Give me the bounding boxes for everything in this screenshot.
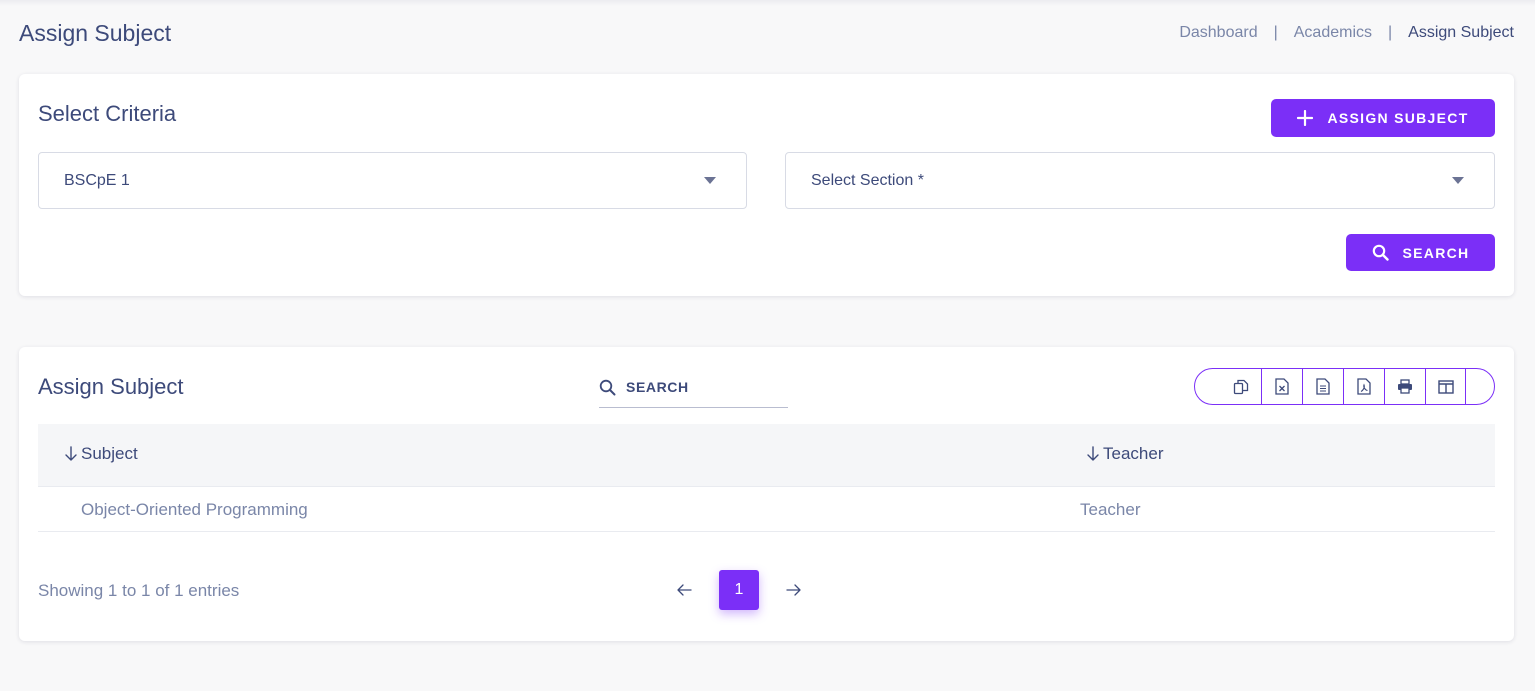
- breadcrumb-academics[interactable]: Academics: [1294, 24, 1372, 42]
- table-search: [599, 367, 788, 408]
- table-row: Object-Oriented Programming Teacher: [38, 487, 1495, 532]
- assign-subject-button[interactable]: ASSIGN SUBJECT: [1271, 99, 1495, 137]
- search-icon: [599, 379, 616, 396]
- top-shadow: [0, 0, 1535, 6]
- sort-down-arrow-icon: [63, 445, 79, 463]
- column-header-teacher[interactable]: Teacher: [1085, 444, 1163, 464]
- class-select[interactable]: BSCpE 1: [38, 152, 747, 209]
- excel-button[interactable]: [1261, 369, 1302, 404]
- cell-teacher: Teacher: [1080, 500, 1141, 519]
- column-header-teacher-label: Teacher: [1103, 444, 1164, 463]
- plus-icon: [1297, 110, 1314, 126]
- copy-icon: [1233, 379, 1249, 395]
- search-button[interactable]: SEARCH: [1346, 234, 1495, 271]
- column-header-subject[interactable]: Subject: [63, 444, 138, 464]
- column-header-subject-label: Subject: [81, 444, 138, 463]
- print-icon: [1397, 379, 1413, 394]
- excel-icon: [1275, 378, 1289, 395]
- list-title: Assign Subject: [38, 374, 184, 399]
- pdf-icon: [1357, 378, 1371, 395]
- assign-subject-label: ASSIGN SUBJECT: [1327, 110, 1469, 126]
- table-header: Subject Teacher: [38, 424, 1495, 487]
- search-button-label: SEARCH: [1402, 244, 1470, 261]
- select-criteria-card: Select Criteria ASSIGN SUBJECT BSCpE 1 S…: [19, 74, 1514, 296]
- breadcrumb-separator: |: [1388, 24, 1393, 41]
- export-button-group: [1194, 368, 1495, 405]
- pdf-button[interactable]: [1343, 369, 1384, 404]
- showing-entries-text: Showing 1 to 1 of 1 entries: [38, 581, 240, 600]
- caret-down-icon: [1452, 177, 1464, 184]
- arrow-left-icon: [676, 583, 692, 597]
- page-title: Assign Subject: [19, 20, 172, 46]
- search-icon: [1372, 244, 1389, 261]
- previous-page-button[interactable]: [667, 570, 701, 610]
- section-select[interactable]: Select Section *: [785, 152, 1495, 209]
- page-button-current[interactable]: 1: [719, 570, 759, 610]
- sort-down-arrow-icon: [1085, 445, 1101, 463]
- criteria-title: Select Criteria: [38, 101, 177, 126]
- next-page-button[interactable]: [777, 570, 811, 610]
- breadcrumb-dashboard[interactable]: Dashboard: [1179, 24, 1257, 42]
- cell-subject: Object-Oriented Programming: [81, 500, 308, 519]
- csv-button[interactable]: [1302, 369, 1343, 404]
- breadcrumb: Dashboard | Academics | Assign Subject: [1179, 24, 1514, 42]
- csv-icon: [1316, 378, 1330, 395]
- copy-button[interactable]: [1220, 369, 1261, 404]
- columns-icon: [1437, 379, 1454, 394]
- table-search-input[interactable]: [626, 379, 776, 395]
- pagination: 1: [667, 570, 811, 610]
- section-select-placeholder: Select Section *: [811, 171, 924, 189]
- class-select-value: BSCpE 1: [64, 171, 130, 189]
- breadcrumb-current: Assign Subject: [1408, 24, 1514, 41]
- print-button[interactable]: [1384, 369, 1425, 404]
- arrow-right-icon: [786, 583, 802, 597]
- breadcrumb-separator: |: [1273, 24, 1278, 41]
- column-visibility-button[interactable]: [1425, 369, 1466, 404]
- caret-down-icon: [704, 177, 716, 184]
- assign-subject-list-card: Assign Subject SEARCH Subject Teacher Ob…: [19, 347, 1514, 641]
